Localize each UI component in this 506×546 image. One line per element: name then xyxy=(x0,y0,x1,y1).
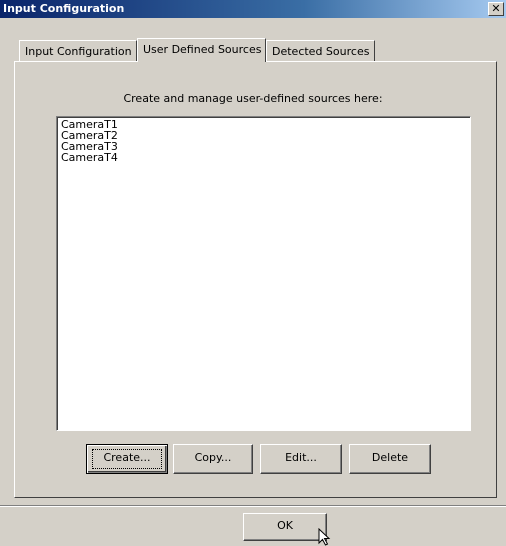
edit-button[interactable]: Edit... xyxy=(260,444,342,474)
list-item[interactable]: CameraT2 xyxy=(61,130,466,141)
copy-button-label: Copy... xyxy=(194,451,232,464)
ok-button-label: OK xyxy=(277,519,293,532)
input-configuration-dialog: Input Configuration ✕ Input Configuratio… xyxy=(0,0,506,546)
tab-label: User Defined Sources xyxy=(143,43,262,56)
delete-button-label: Delete xyxy=(371,451,409,464)
copy-button[interactable]: Copy... xyxy=(173,444,253,474)
sources-listbox[interactable]: CameraT1 CameraT2 CameraT3 CameraT4 xyxy=(56,116,471,431)
create-button[interactable]: Create... xyxy=(86,444,168,474)
close-button[interactable]: ✕ xyxy=(488,2,504,16)
title-bar[interactable]: Input Configuration ✕ xyxy=(0,0,506,18)
delete-button[interactable]: Delete xyxy=(349,444,431,474)
list-item[interactable]: CameraT3 xyxy=(61,141,466,152)
close-icon: ✕ xyxy=(491,2,501,15)
tab-user-defined-sources[interactable]: User Defined Sources xyxy=(137,38,266,62)
tab-label: Detected Sources xyxy=(272,45,370,58)
instruction-text: Create and manage user-defined sources h… xyxy=(123,92,383,105)
footer-separator xyxy=(0,505,506,507)
ok-button[interactable]: OK xyxy=(243,513,327,541)
create-button-label: Create... xyxy=(103,451,151,464)
list-item[interactable]: CameraT4 xyxy=(61,152,466,163)
list-item[interactable]: CameraT1 xyxy=(61,119,466,130)
tab-label: Input Configuration xyxy=(25,45,132,58)
tab-input-configuration[interactable]: Input Configuration xyxy=(19,40,137,62)
window-title: Input Configuration xyxy=(3,2,125,15)
tab-detected-sources[interactable]: Detected Sources xyxy=(266,40,375,62)
mouse-cursor-icon xyxy=(318,528,331,546)
edit-button-label: Edit... xyxy=(285,451,317,464)
